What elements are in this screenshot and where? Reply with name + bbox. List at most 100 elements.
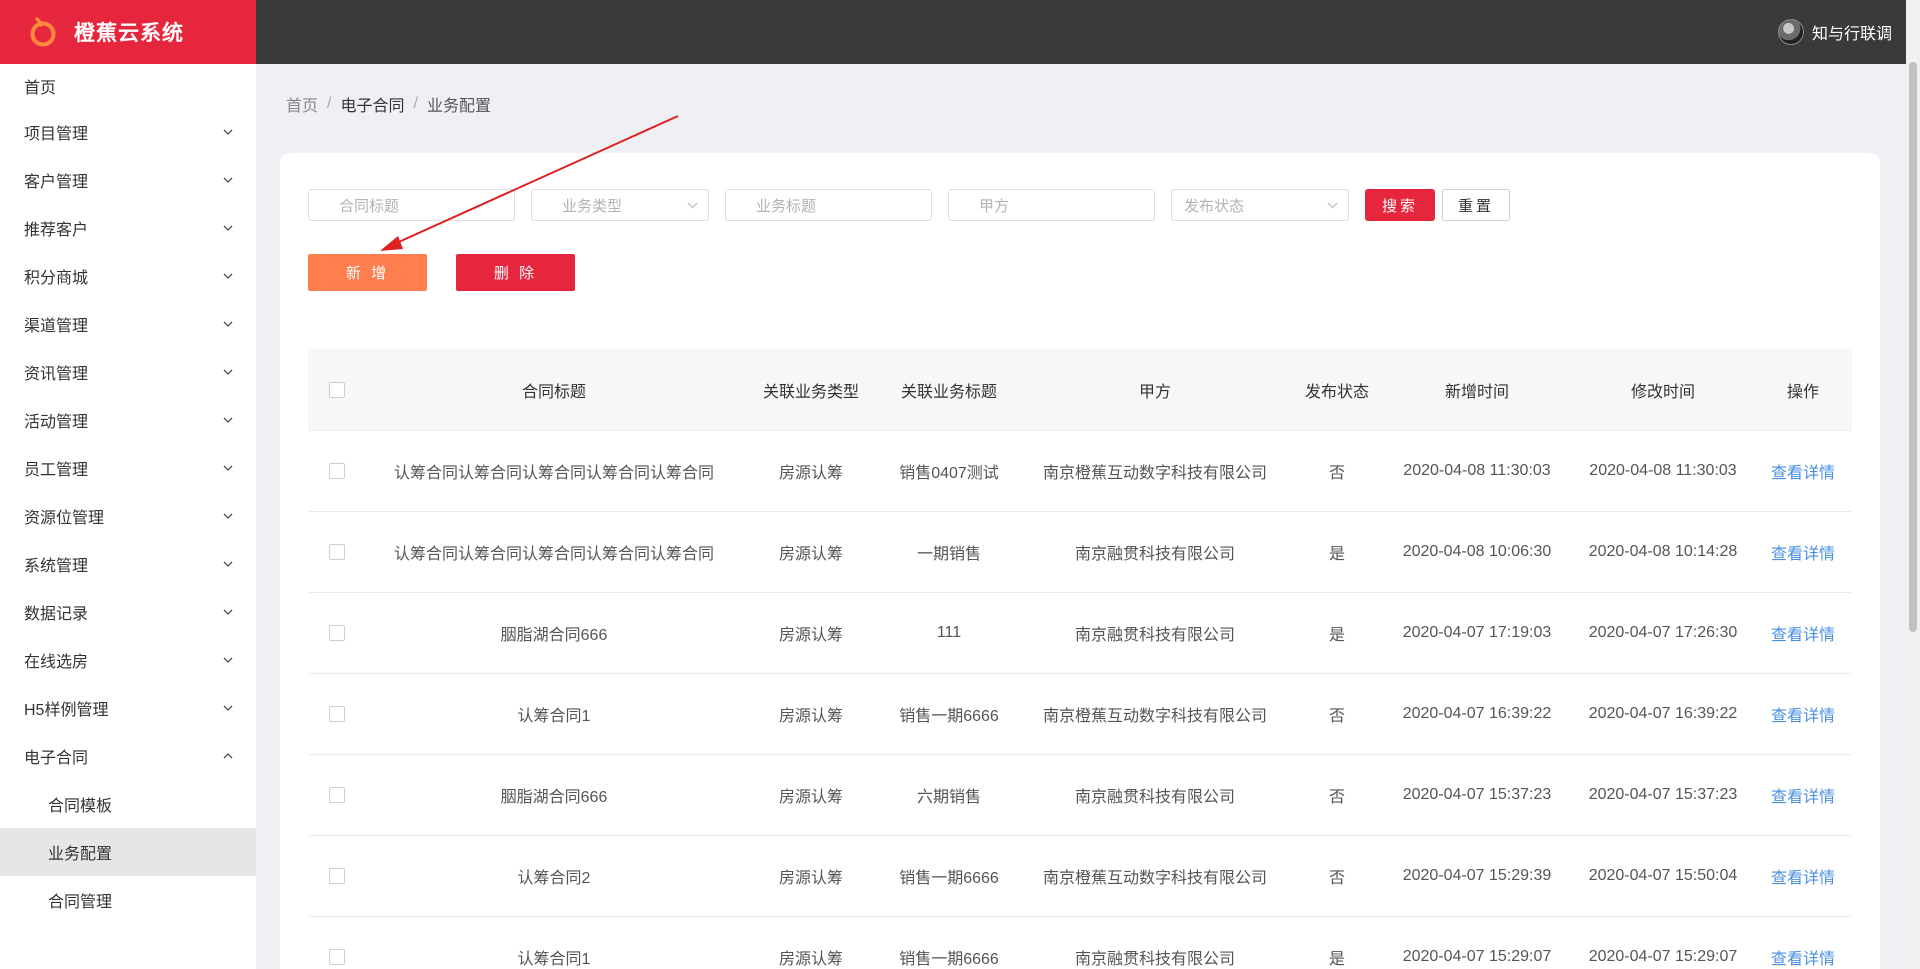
table-row: 认筹合同认筹合同认筹合同认筹合同认筹合同 房源认筹 销售0407测试 南京橙蕉互… [308,431,1852,512]
created-time-cell: 2020-04-07 16:39:22 [1402,705,1552,722]
column-header: 甲方 [1138,383,1171,401]
publish-status-cell: 否 [1328,789,1345,806]
column-header: 操作 [1786,383,1819,401]
view-details-link[interactable]: 查看详情 [1754,783,1852,807]
sidebar-item-resource-slots[interactable]: 资源位管理 [0,492,256,540]
row-checkbox[interactable] [329,463,345,479]
delete-button[interactable]: 删 除 [456,254,575,291]
chevron-down-icon [223,417,233,423]
party-a-cell: 南京融贯科技有限公司 [1074,627,1235,644]
column-header: 关联业务标题 [900,383,997,401]
publish-status-select[interactable]: 发布状态 [1171,189,1349,221]
modified-time-cell: 2020-04-07 17:26:30 [1588,624,1738,641]
contract-title-cell: 认筹合同认筹合同认筹合同认筹合同认筹合同 [393,465,714,482]
business-title-cell: 销售0407测试 [899,465,999,482]
sidebar-item-home[interactable]: 首页 [0,64,256,108]
table-row: 认筹合同2 房源认筹 销售一期6666 南京橙蕉互动数字科技有限公司 否 202… [308,836,1852,917]
sidebar-item-online-housing[interactable]: 在线选房 [0,636,256,684]
sidebar-item-staff[interactable]: 员工管理 [0,444,256,492]
row-select-cell [308,868,366,884]
view-details-link[interactable]: 查看详情 [1754,864,1852,888]
party-a-input[interactable]: 甲方 [948,189,1155,221]
chevron-down-icon [223,129,233,135]
sidebar-item-system[interactable]: 系统管理 [0,540,256,588]
table-row: 认筹合同1 房源认筹 销售一期6666 南京橙蕉互动数字科技有限公司 否 202… [308,674,1852,755]
sidebar-item-referrals[interactable]: 推荐客户 [0,204,256,252]
business-title-cell: 111 [936,624,962,641]
sidebar-item-channels[interactable]: 渠道管理 [0,300,256,348]
party-a-cell: 南京融贯科技有限公司 [1074,951,1235,968]
sidebar-item-label: 首页 [24,80,57,97]
contract-title-input[interactable]: 合同标题 [308,189,515,221]
party-a-cell: 南京融贯科技有限公司 [1074,789,1235,806]
avatar[interactable] [1777,19,1804,45]
column-header: 合同标题 [521,383,586,401]
row-checkbox[interactable] [329,544,345,560]
table-header-row: 合同标题 关联业务类型 关联业务标题 甲方 发布状态 新增时间 修改时间 操作 [308,349,1852,431]
view-details-link[interactable]: 查看详情 [1754,459,1852,483]
sidebar-subitem-business-config[interactable]: 业务配置 [0,828,256,876]
business-title-cell: 销售一期6666 [899,951,999,968]
chevron-down-icon [223,225,233,231]
chevron-down-icon [223,561,233,567]
table-row: 认筹合同1 房源认筹 销售一期6666 南京融贯科技有限公司 是 2020-04… [308,917,1852,969]
row-checkbox[interactable] [329,868,345,884]
sidebar-item-projects[interactable]: 项目管理 [0,108,256,156]
page-scrollbar[interactable] [1906,0,1920,969]
view-details-link[interactable]: 查看详情 [1754,945,1852,969]
logo[interactable]: 橙蕉云系统 [0,0,256,64]
sidebar-item-h5-samples[interactable]: H5样例管理 [0,684,256,732]
chevron-down-icon [223,609,233,615]
sidebar-item-label: 推荐客户 [24,222,89,239]
sidebar-item-customers[interactable]: 客户管理 [0,156,256,204]
publish-status-cell: 是 [1328,627,1345,644]
party-a-cell: 南京橙蕉互动数字科技有限公司 [1042,465,1267,482]
row-checkbox[interactable] [329,706,345,722]
select-all-checkbox[interactable] [329,381,345,398]
row-checkbox[interactable] [329,625,345,641]
sidebar-subitem-contract-management[interactable]: 合同管理 [0,876,256,924]
row-checkbox[interactable] [329,787,345,803]
created-time-cell: 2020-04-08 11:30:03 [1403,462,1551,479]
breadcrumb-e-contract[interactable]: 电子合同 [340,92,404,116]
business-type-select[interactable]: 业务类型 [531,189,709,221]
sidebar-item-label: 渠道管理 [24,318,89,335]
chevron-down-icon [223,657,233,663]
business-title-input[interactable]: 业务标题 [725,189,932,221]
sidebar-subitem-label: 合同模板 [48,798,113,815]
row-select-cell [308,706,366,722]
sidebar-item-label: 积分商城 [24,270,89,287]
view-details-link[interactable]: 查看详情 [1754,702,1852,726]
placeholder-text: 甲方 [979,197,1010,215]
sidebar-item-points-mall[interactable]: 积分商城 [0,252,256,300]
scrollbar-thumb[interactable] [1909,62,1917,632]
add-button[interactable]: 新 增 [308,254,427,291]
view-details-link[interactable]: 查看详情 [1754,540,1852,564]
column-header: 发布状态 [1304,383,1369,401]
user-menu[interactable]: 知与行联调 [1777,0,1892,64]
sidebar-item-e-contract[interactable]: 电子合同 [0,732,256,780]
app-title: 橙蕉云系统 [74,22,184,45]
row-checkbox[interactable] [329,949,345,965]
sidebar-item-data-records[interactable]: 数据记录 [0,588,256,636]
business-type-cell: 房源认筹 [778,708,843,725]
chevron-down-icon [223,273,233,279]
business-title-cell: 一期销售 [916,546,981,563]
breadcrumb-separator: / [413,95,418,112]
sidebar-item-activities[interactable]: 活动管理 [0,396,256,444]
table-row: 胭脂湖合同666 房源认筹 六期销售 南京融贯科技有限公司 否 2020-04-… [308,755,1852,836]
sidebar-item-label: 资源位管理 [24,510,105,527]
reset-button[interactable]: 重置 [1442,189,1510,221]
column-header: 关联业务类型 [762,383,859,401]
sidebar-subitem-contract-templates[interactable]: 合同模板 [0,780,256,828]
table-row: 认筹合同认筹合同认筹合同认筹合同认筹合同 房源认筹 一期销售 南京融贯科技有限公… [308,512,1852,593]
chevron-down-icon [1327,202,1338,209]
sidebar-item-news[interactable]: 资讯管理 [0,348,256,396]
view-details-link[interactable]: 查看详情 [1754,621,1852,645]
chevron-down-icon [687,202,698,209]
breadcrumb-home[interactable]: 首页 [286,92,318,116]
sidebar-item-label: 客户管理 [24,174,89,191]
sidebar-item-label: 电子合同 [24,750,89,767]
sidebar-item-label: 资讯管理 [24,366,89,383]
search-button[interactable]: 搜索 [1365,189,1435,221]
